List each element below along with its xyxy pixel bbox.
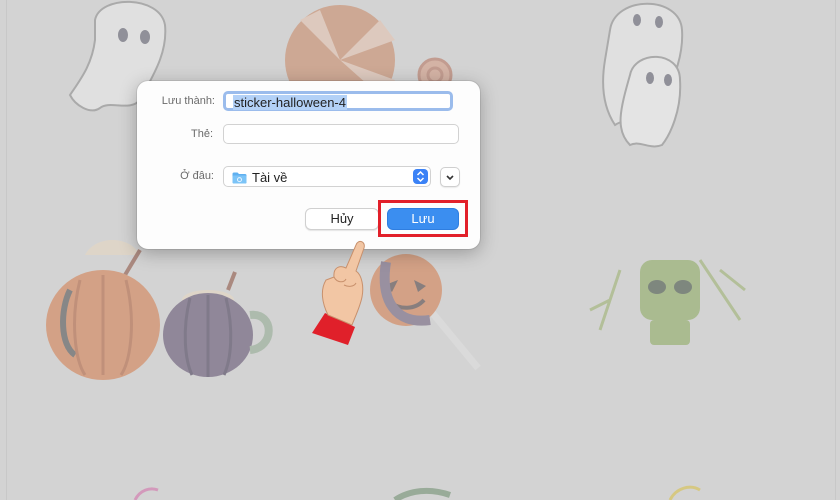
- where-label: Ở đâu:: [180, 170, 214, 182]
- purple-pumpkin-mug-sticker: [163, 271, 273, 377]
- pointing-hand-icon: [300, 235, 380, 355]
- location-value: Tài về: [252, 170, 288, 185]
- chevron-down-icon: [441, 173, 459, 190]
- location-select[interactable]: Tài về: [223, 166, 431, 187]
- tags-input[interactable]: [223, 124, 459, 144]
- up-down-chevron-icon: [413, 169, 428, 184]
- folder-icon: [232, 171, 247, 189]
- tags-label: Thẻ:: [190, 128, 213, 140]
- save-as-label: Lưu thành:: [161, 95, 215, 107]
- pumpkin-mug-sticker: [46, 240, 160, 380]
- ghost-sticker-right: [602, 2, 684, 148]
- lollipop-sticker: [370, 254, 481, 371]
- filename-input[interactable]: sticker-halloween-4: [223, 91, 453, 111]
- background-sticker-canvas: [46, 0, 746, 500]
- skull-sticker: [589, 259, 746, 345]
- expand-dialog-button[interactable]: [440, 167, 460, 187]
- cancel-button[interactable]: Hủy: [305, 208, 379, 230]
- filename-value: sticker-halloween-4: [233, 95, 347, 110]
- save-button-highlight: [378, 200, 468, 237]
- bottom-sticker-fragments: [133, 485, 701, 500]
